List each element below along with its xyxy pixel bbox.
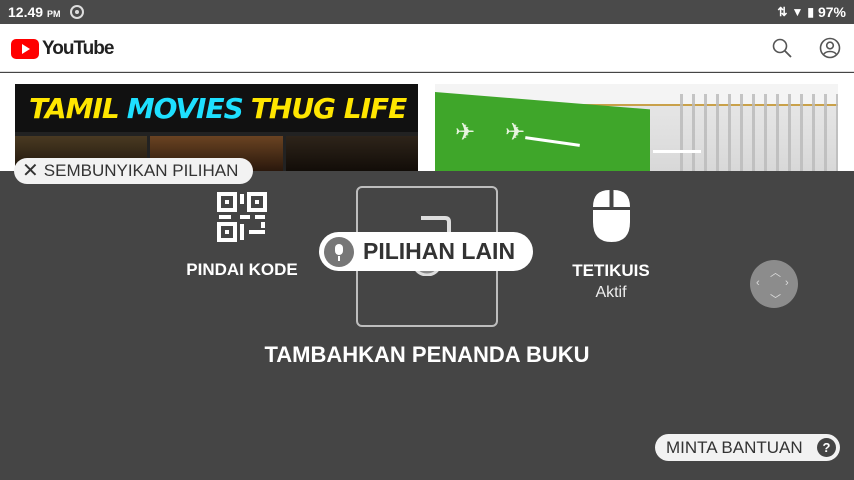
mouse-label[interactable]: TETIKUIS [551,261,671,281]
video-thumbnail[interactable]: ✈ ✈ [435,84,838,171]
clock: 12.49 PM [8,4,61,20]
scroll-direction-pad[interactable]: ︿ ﹀ ‹ › [750,260,798,308]
status-icons: ⇅ ▼ ▮ 97% [777,4,846,20]
help-icon: ? [817,438,836,457]
wifi-icon: ▼ [791,5,804,19]
battery-percent: 97% [817,4,846,20]
hide-options-button[interactable]: ✕ SEMBUNYIKAN PILIHAN [14,158,253,184]
staircase-railing [680,94,838,171]
chevron-left-icon[interactable]: ‹ [756,277,760,289]
battery-icon: ▮ [807,5,814,19]
scan-code-label[interactable]: PINDAI KODE [182,260,302,280]
selected-option-title: TAMBAHKAN PENANDA BUKU [264,342,590,367]
youtube-header: YouTube [0,24,854,72]
hide-options-label: SEMBUNYIKAN PILIHAN [43,161,239,180]
bird-decal-icon: ✈ [455,119,476,146]
chevron-right-icon[interactable]: › [785,277,789,289]
youtube-logo-text: YouTube [42,38,114,59]
microphone-icon [324,236,354,267]
help-label: MINTA BANTUAN [666,437,803,457]
settings-notification-icon [70,5,84,19]
mouse-status: Aktif [595,284,627,301]
youtube-logo[interactable]: YouTube [11,38,114,60]
bird-decal-icon: ✈ [505,119,526,146]
search-icon[interactable] [772,38,792,58]
qr-code-icon[interactable] [217,192,267,242]
chevron-down-icon[interactable]: ﹀ [770,291,781,307]
status-bar: 12.49 PM ⇅ ▼ ▮ 97% [0,0,854,24]
youtube-play-icon [11,39,39,59]
signal-icon: ⇅ [777,5,788,19]
thumbnail-word: THUG LIFE [250,91,408,125]
thumbnail-title-banner: TAMIL MOVIES THUG LIFE [15,84,418,132]
account-icon[interactable] [819,37,841,59]
more-options-label: PILIHAN LAIN [363,238,516,264]
more-options-button[interactable]: PILIHAN LAIN [319,232,533,271]
chevron-up-icon[interactable]: ︿ [770,264,781,280]
thumbnail-word: TAMIL [29,91,120,125]
video-feed: TAMIL MOVIES THUG LIFE ✈ ✈ [0,73,854,171]
mouse-icon[interactable] [590,188,633,244]
thumbnail-word: MOVIES [126,91,244,125]
get-help-button[interactable]: MINTA BANTUAN ? [655,434,840,461]
close-icon: ✕ [22,160,39,182]
